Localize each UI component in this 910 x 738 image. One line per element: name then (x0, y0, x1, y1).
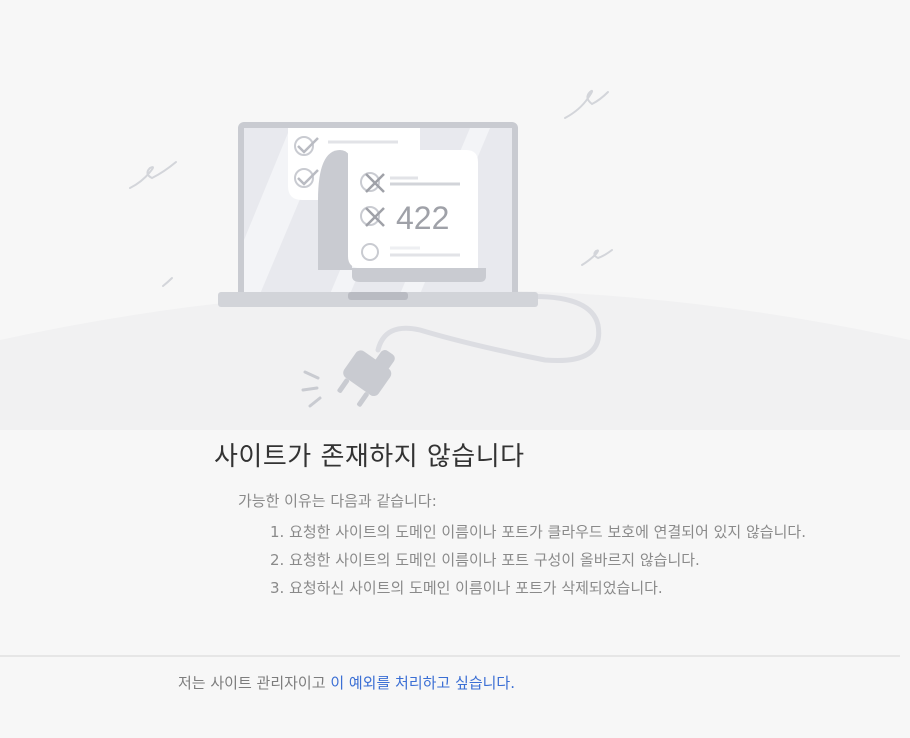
status-code: 422 (396, 200, 449, 236)
footer-text: 저는 사이트 관리자이고 (178, 674, 331, 692)
list-item: 2. 요청한 사이트의 도메인 이름이나 포트 구성이 올바르지 않습니다. (270, 551, 700, 569)
error-page: 422 사이트가 존재하지 않습니다 가능한 이유는 다음과 같습니다: 1. … (0, 0, 910, 738)
handle-exception-link[interactable]: 이 예외를 처리하고 싶습니다. (330, 674, 515, 692)
footer: 저는 사이트 관리자이고 이 예외를 처리하고 싶습니다. (178, 672, 515, 694)
list-item: 1. 요청한 사이트의 도메인 이름이나 포트가 클라우드 보호에 연결되어 있… (270, 523, 806, 541)
reasons-intro: 가능한 이유는 다음과 같습니다: (238, 492, 437, 510)
page-title: 사이트가 존재하지 않습니다 (214, 442, 525, 472)
reasons-section: 가능한 이유는 다음과 같습니다: 1. 요청한 사이트의 도메인 이름이나 포… (238, 490, 806, 602)
reasons-list: 1. 요청한 사이트의 도메인 이름이나 포트가 클라우드 보호에 연결되어 있… (238, 518, 806, 602)
list-item: 3. 요청하신 사이트의 도메인 이름이나 포트가 삭제되었습니다. (270, 579, 663, 597)
disconnected-laptop-illustration: 422 (0, 89, 910, 430)
ground-hill (0, 290, 910, 430)
divider (0, 655, 900, 657)
